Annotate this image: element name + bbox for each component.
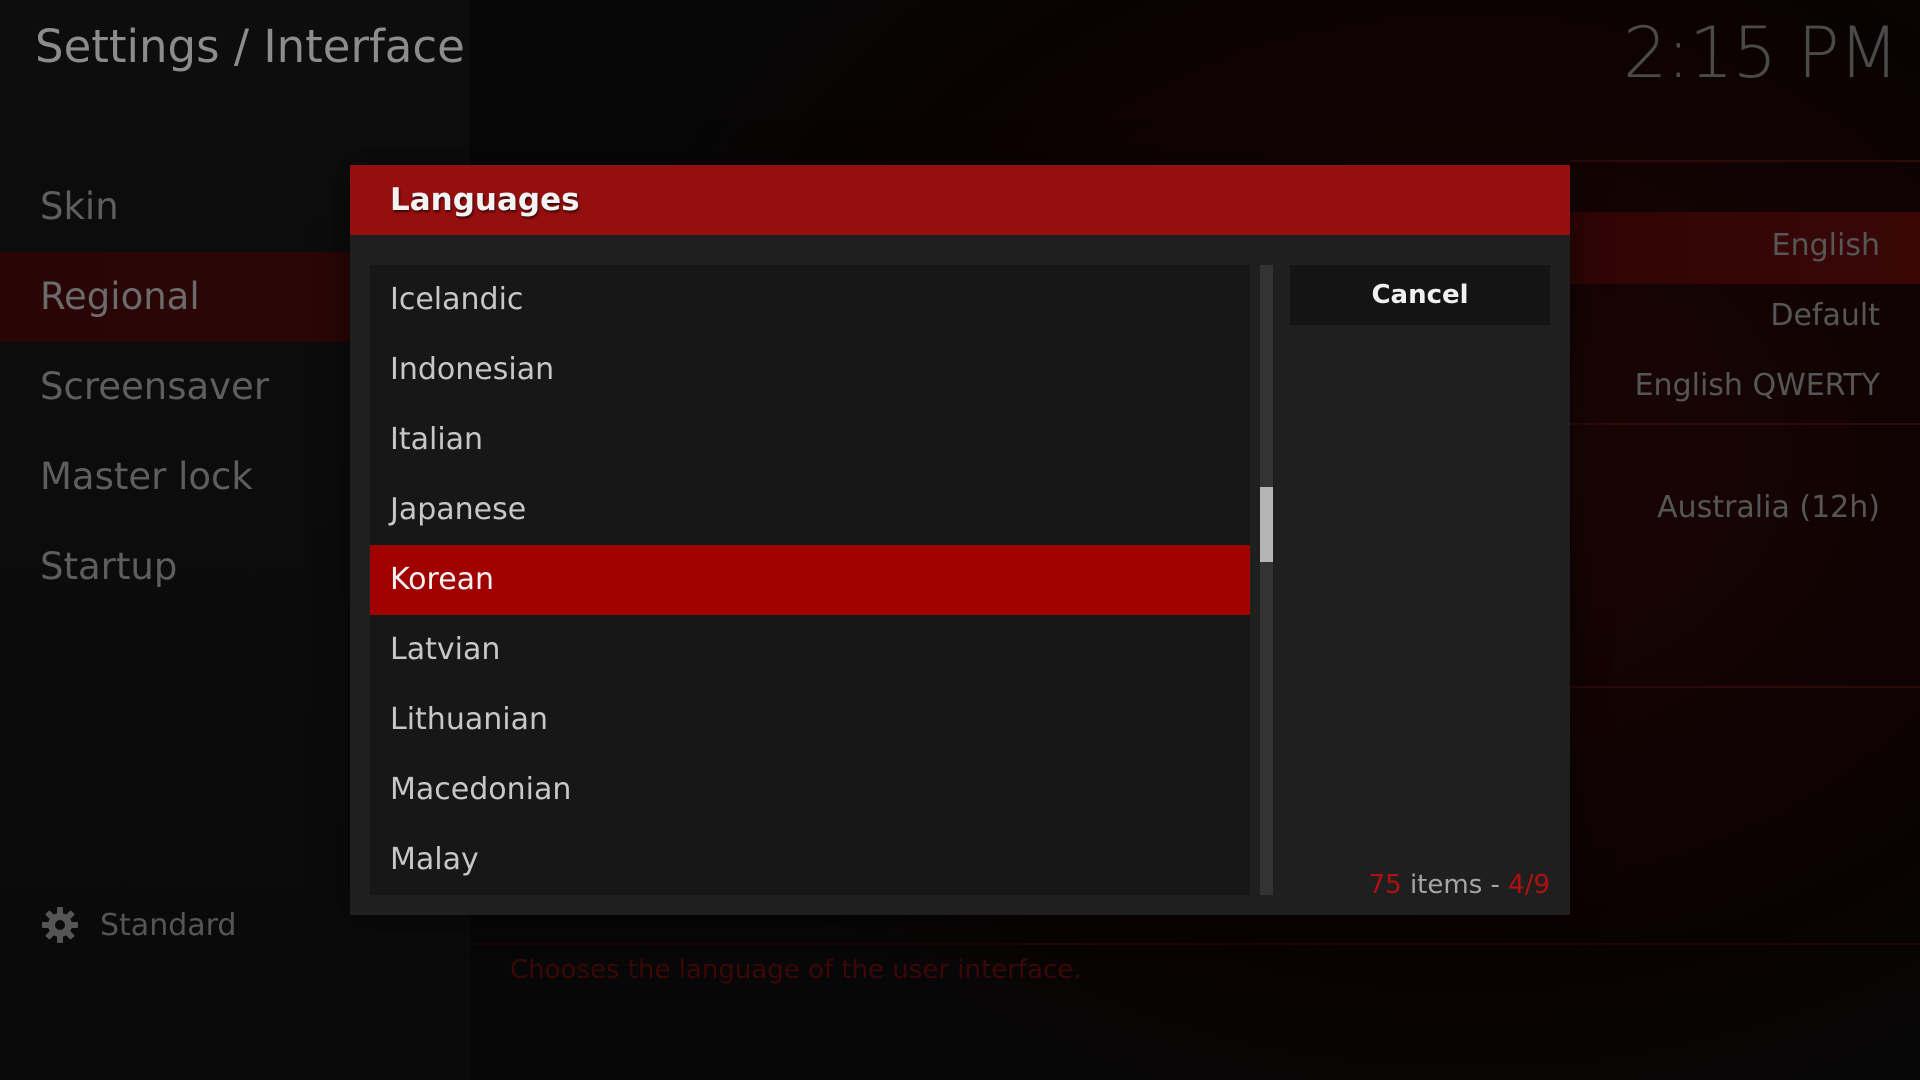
list-item[interactable]: Macedonian <box>370 755 1250 825</box>
cancel-button[interactable]: Cancel <box>1290 265 1550 325</box>
kodi-screen: Settings / Interface 2:15 PM Skin Region… <box>0 0 1920 1080</box>
setting-value-keyboard: English QWERTY <box>1634 368 1880 403</box>
divider <box>1570 686 1920 688</box>
settings-level-label: Standard <box>100 907 237 943</box>
item-count-number: 75 <box>1368 870 1402 900</box>
page-title: Settings / Interface <box>35 20 465 73</box>
scrollbar-thumb[interactable] <box>1260 487 1273 562</box>
divider <box>1570 423 1920 425</box>
list-item[interactable]: Icelandic <box>370 265 1250 335</box>
list-item[interactable]: Italian <box>370 405 1250 475</box>
dialog-title: Languages <box>390 182 580 218</box>
list-item[interactable]: Lithuanian <box>370 685 1250 755</box>
clock: 2:15 PM <box>1622 12 1899 94</box>
list-item[interactable]: Malay <box>370 825 1250 895</box>
list-item[interactable]: Japanese <box>370 475 1250 545</box>
setting-description: Chooses the language of the user interfa… <box>510 955 1082 985</box>
divider <box>1570 160 1920 162</box>
settings-level-button[interactable]: Standard <box>40 900 236 950</box>
divider <box>470 943 1920 945</box>
list-item-selected[interactable]: Korean <box>370 545 1250 615</box>
scrollbar[interactable] <box>1260 265 1273 895</box>
setting-value-charset: Default <box>1770 298 1880 333</box>
language-list: Icelandic Indonesian Italian Japanese Ko… <box>370 265 1250 895</box>
items-label: items - <box>1401 870 1509 900</box>
setting-value-language: English <box>1771 228 1880 263</box>
setting-value-region: Australia (12h) <box>1657 490 1880 525</box>
gear-icon <box>40 905 80 945</box>
list-item[interactable]: Latvian <box>370 615 1250 685</box>
page-indicator: 4/9 <box>1508 870 1550 900</box>
languages-dialog: Languages Icelandic Indonesian Italian J… <box>350 165 1570 915</box>
dialog-header: Languages <box>350 165 1570 235</box>
items-count: 75 items - 4/9 <box>1369 870 1550 900</box>
list-item[interactable]: Indonesian <box>370 335 1250 405</box>
